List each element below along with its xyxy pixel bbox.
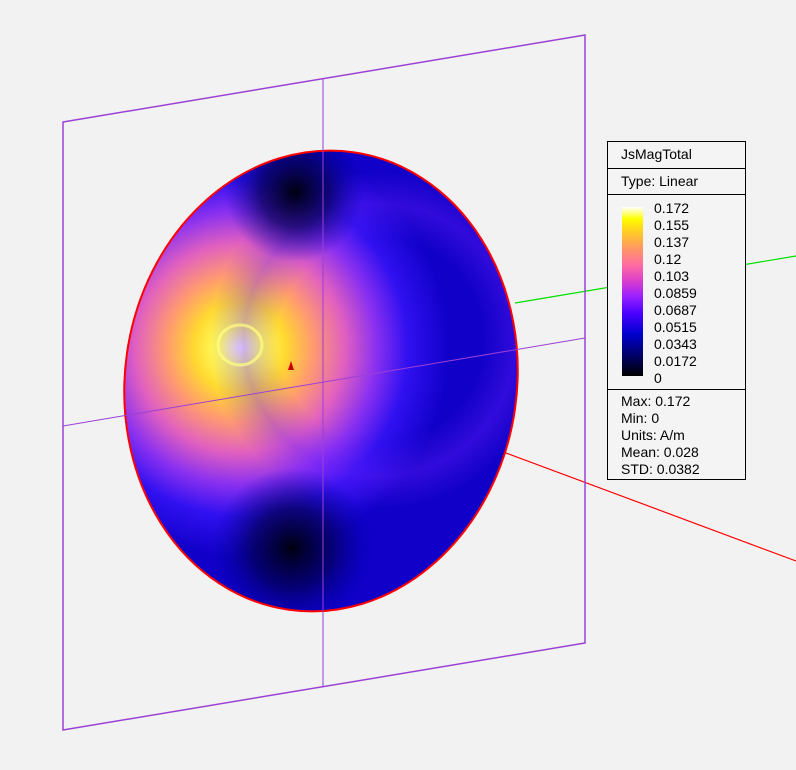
legend-stats: Max: 0.172 Min: 0 Units: A/m Mean: 0.028… [608,390,745,478]
stat-max: Max: 0.172 [621,393,691,409]
tick-label: 0.0859 [654,285,697,301]
color-legend[interactable]: JsMagTotal Type: Linear 0.172 0.155 0.13… [607,141,746,480]
stat-mean: Mean: 0.028 [621,444,699,460]
legend-ticks: 0.172 0.155 0.137 0.12 0.103 0.0859 0.06… [654,200,697,387]
tick-label: 0.172 [654,200,690,216]
tick-label: 0.0343 [654,336,697,352]
tick-label: 0.0687 [654,302,697,318]
tick-label: 0.12 [654,251,682,267]
stat-units: Units: A/m [621,427,685,443]
legend-type: Type: Linear [608,169,745,195]
stat-min: Min: 0 [621,410,660,426]
tick-label: 0.0515 [654,319,697,335]
tick-label: 0.0172 [654,353,697,369]
tick-label: 0 [654,370,662,386]
tick-label: 0.103 [654,268,690,284]
tick-label: 0.155 [654,217,690,233]
legend-title: JsMagTotal [608,142,745,169]
field-surface-disk [100,140,540,620]
tick-label: 0.137 [654,234,690,250]
stat-std: STD: 0.0382 [621,461,700,477]
color-bar [622,207,643,376]
legend-scale: 0.172 0.155 0.137 0.12 0.103 0.0859 0.06… [608,195,745,390]
